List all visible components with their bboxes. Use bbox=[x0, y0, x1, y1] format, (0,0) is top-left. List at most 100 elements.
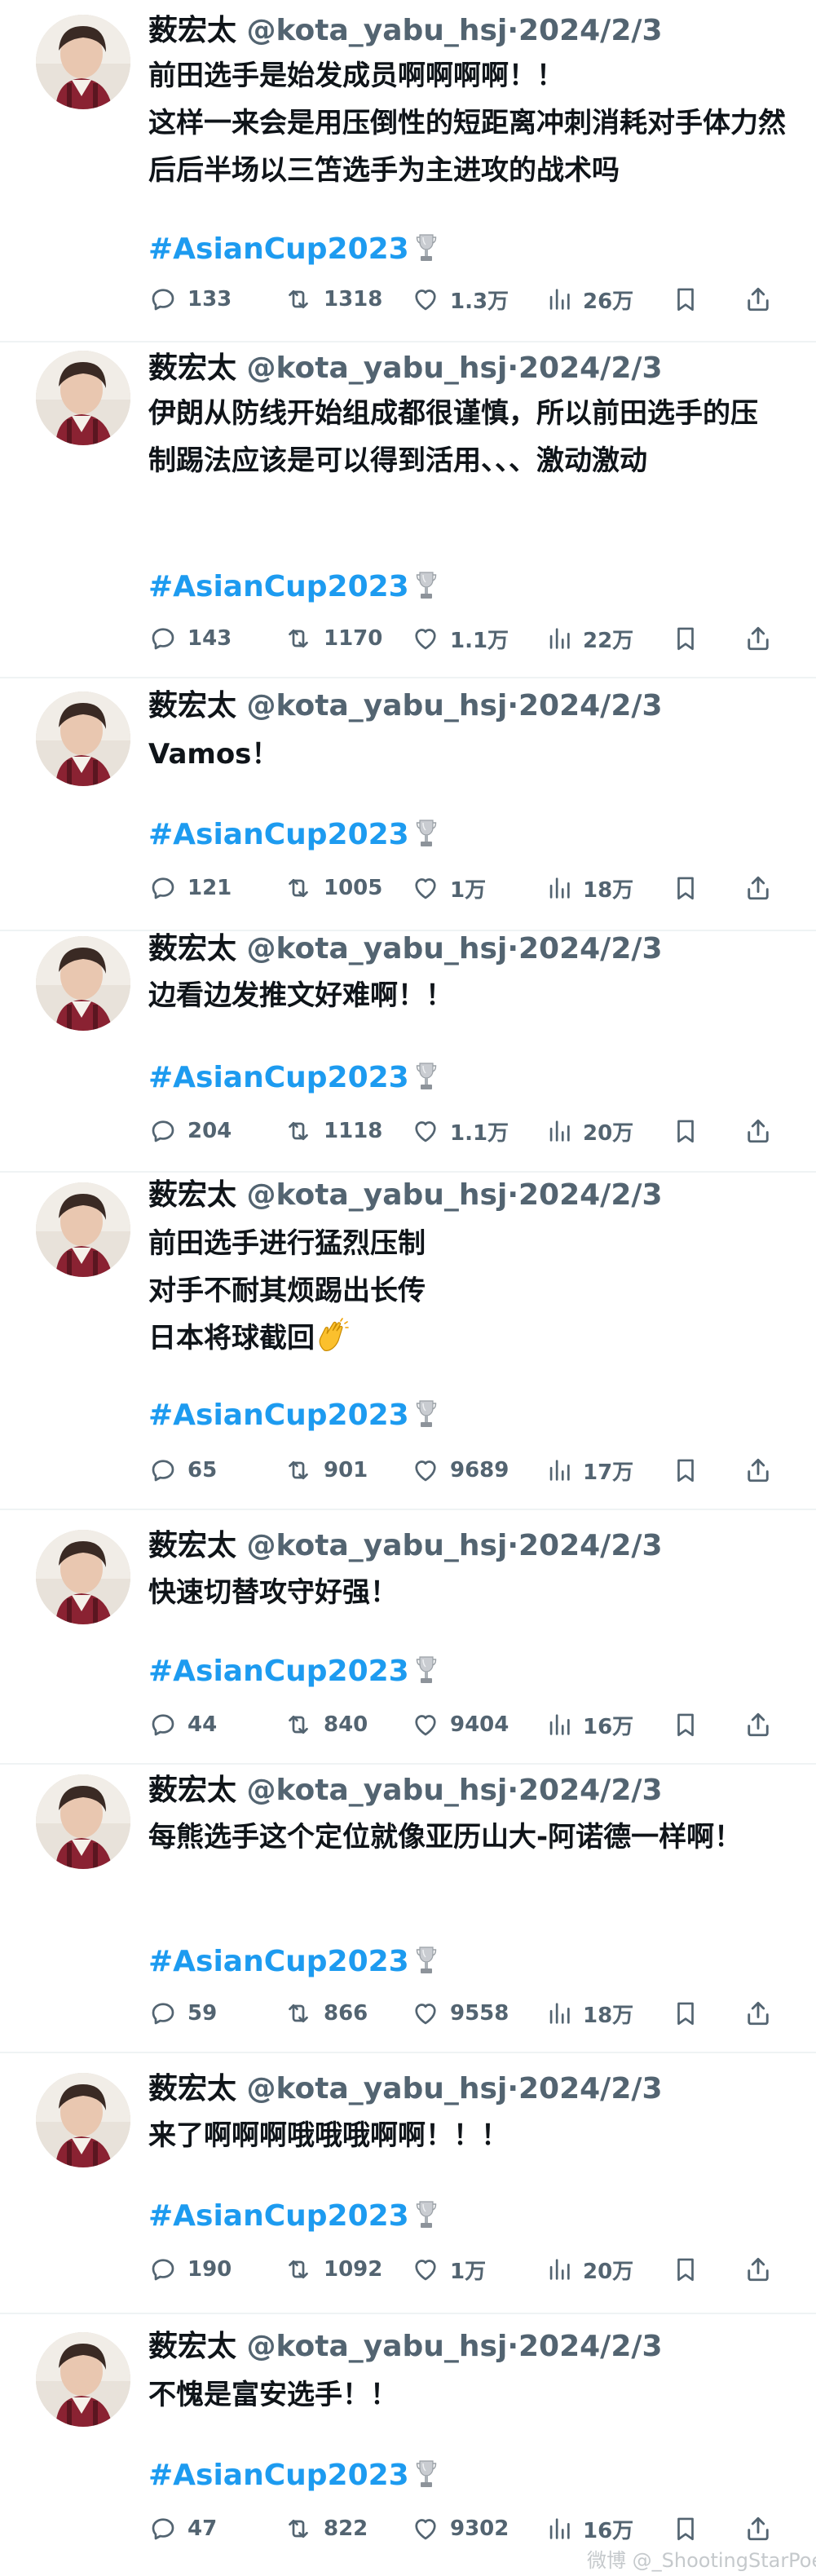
avatar[interactable] bbox=[36, 2073, 130, 2167]
reply-button[interactable]: 65 bbox=[148, 1451, 217, 1489]
hashtag-link[interactable]: #AsianCup2023 bbox=[148, 1652, 437, 1696]
avatar[interactable] bbox=[36, 15, 130, 109]
tweet-text: 不愧是富安选手！！ bbox=[148, 2379, 398, 2411]
avatar[interactable] bbox=[36, 1182, 130, 1277]
retweet-button[interactable]: 822 bbox=[283, 2510, 368, 2547]
author-handle[interactable]: @kota_yabu_hsj bbox=[236, 351, 508, 385]
reply-button[interactable]: 47 bbox=[148, 2510, 217, 2547]
author-handle[interactable]: @kota_yabu_hsj bbox=[236, 1774, 508, 1807]
reply-button[interactable]: 44 bbox=[148, 1706, 217, 1743]
reply-button[interactable]: 121 bbox=[148, 869, 232, 907]
hashtag-link[interactable]: #AsianCup2023 bbox=[148, 230, 437, 274]
tweet-date[interactable]: ·2024/2/3 bbox=[507, 351, 662, 385]
author-handle[interactable]: @kota_yabu_hsj bbox=[236, 2330, 508, 2363]
tweet-date[interactable]: ·2024/2/3 bbox=[507, 1529, 662, 1562]
views-button[interactable]: 26万 bbox=[545, 281, 633, 318]
avatar[interactable] bbox=[36, 2332, 130, 2427]
like-button[interactable]: 1.3万 bbox=[411, 281, 509, 318]
like-button[interactable]: 1.1万 bbox=[411, 1112, 509, 1150]
bookmark-button[interactable] bbox=[672, 1112, 709, 1150]
retweet-button[interactable]: 1170 bbox=[283, 620, 382, 657]
avatar[interactable] bbox=[36, 351, 130, 445]
share-button[interactable] bbox=[743, 1451, 783, 1489]
author-name[interactable]: 薮宏太 bbox=[148, 351, 236, 385]
avatar[interactable] bbox=[36, 691, 130, 786]
like-button[interactable]: 9302 bbox=[411, 2510, 509, 2547]
author-name[interactable]: 薮宏太 bbox=[148, 932, 236, 965]
hashtag-link[interactable]: #AsianCup2023 bbox=[148, 1058, 437, 1102]
reply-button[interactable]: 59 bbox=[148, 1995, 217, 2032]
share-button[interactable] bbox=[743, 1706, 783, 1743]
retweet-button[interactable]: 1092 bbox=[283, 2251, 382, 2288]
like-button[interactable]: 9404 bbox=[411, 1706, 509, 1743]
bookmark-button[interactable] bbox=[672, 1451, 709, 1489]
views-button[interactable]: 16万 bbox=[545, 1706, 633, 1743]
tweet-date[interactable]: ·2024/2/3 bbox=[507, 689, 662, 722]
author-name[interactable]: 薮宏太 bbox=[148, 14, 236, 47]
bookmark-button[interactable] bbox=[672, 2510, 709, 2547]
author-name[interactable]: 薮宏太 bbox=[148, 2072, 236, 2105]
like-button[interactable]: 1万 bbox=[411, 869, 486, 907]
author-name[interactable]: 薮宏太 bbox=[148, 1178, 236, 1212]
avatar[interactable] bbox=[36, 1530, 130, 1624]
bookmark-button[interactable] bbox=[672, 620, 709, 657]
retweet-button[interactable]: 866 bbox=[283, 1995, 368, 2032]
bookmark-button[interactable] bbox=[672, 281, 709, 318]
views-button[interactable]: 20万 bbox=[545, 2251, 633, 2288]
avatar[interactable] bbox=[36, 1774, 130, 1869]
author-name[interactable]: 薮宏太 bbox=[148, 689, 236, 722]
share-button[interactable] bbox=[743, 2251, 783, 2288]
retweet-button[interactable]: 901 bbox=[283, 1451, 368, 1489]
retweet-button[interactable]: 1005 bbox=[283, 869, 382, 907]
author-name[interactable]: 薮宏太 bbox=[148, 2330, 236, 2363]
hashtag-link[interactable]: #AsianCup2023 bbox=[148, 2456, 437, 2500]
author-handle[interactable]: @kota_yabu_hsj bbox=[236, 1529, 508, 1562]
tweet-date[interactable]: ·2024/2/3 bbox=[507, 1178, 662, 1212]
tweet-date[interactable]: ·2024/2/3 bbox=[507, 1774, 662, 1807]
reply-button[interactable]: 190 bbox=[148, 2251, 232, 2288]
reply-button[interactable]: 143 bbox=[148, 620, 232, 657]
retweet-button[interactable]: 840 bbox=[283, 1706, 368, 1743]
views-button[interactable]: 18万 bbox=[545, 869, 633, 907]
reply-button[interactable]: 133 bbox=[148, 281, 232, 318]
like-button[interactable]: 1.1万 bbox=[411, 620, 509, 657]
views-button[interactable]: 20万 bbox=[545, 1112, 633, 1150]
like-button[interactable]: 9558 bbox=[411, 1995, 509, 2032]
share-button[interactable] bbox=[743, 1995, 783, 2032]
hashtag-link[interactable]: #AsianCup2023 bbox=[148, 2197, 437, 2241]
tweet-date[interactable]: ·2024/2/3 bbox=[507, 14, 662, 47]
tweet-date[interactable]: ·2024/2/3 bbox=[507, 2330, 662, 2363]
bookmark-button[interactable] bbox=[672, 1706, 709, 1743]
avatar[interactable] bbox=[36, 936, 130, 1031]
author-handle[interactable]: @kota_yabu_hsj bbox=[236, 14, 508, 47]
share-button[interactable] bbox=[743, 869, 783, 907]
share-button[interactable] bbox=[743, 2510, 783, 2547]
retweet-button[interactable]: 1318 bbox=[283, 281, 382, 318]
bookmark-button[interactable] bbox=[672, 2251, 709, 2288]
hashtag-link[interactable]: #AsianCup2023 bbox=[148, 1942, 437, 1986]
views-button[interactable]: 18万 bbox=[545, 1995, 633, 2032]
hashtag-link[interactable]: #AsianCup2023 bbox=[148, 815, 437, 859]
share-button[interactable] bbox=[743, 620, 783, 657]
like-button[interactable]: 9689 bbox=[411, 1451, 509, 1489]
hashtag-link[interactable]: #AsianCup2023 bbox=[148, 568, 437, 612]
author-name[interactable]: 薮宏太 bbox=[148, 1529, 236, 1562]
share-button[interactable] bbox=[743, 1112, 783, 1150]
views-button[interactable]: 16万 bbox=[545, 2510, 633, 2547]
tweet-date[interactable]: ·2024/2/3 bbox=[507, 2072, 662, 2105]
tweet-date[interactable]: ·2024/2/3 bbox=[507, 932, 662, 965]
reply-button[interactable]: 204 bbox=[148, 1112, 232, 1150]
bookmark-button[interactable] bbox=[672, 869, 709, 907]
bookmark-button[interactable] bbox=[672, 1995, 709, 2032]
like-button[interactable]: 1万 bbox=[411, 2251, 486, 2288]
author-handle[interactable]: @kota_yabu_hsj bbox=[236, 689, 508, 722]
retweet-button[interactable]: 1118 bbox=[283, 1112, 382, 1150]
views-button[interactable]: 17万 bbox=[545, 1451, 633, 1489]
hashtag-link[interactable]: #AsianCup2023 bbox=[148, 1396, 437, 1440]
share-button[interactable] bbox=[743, 281, 783, 318]
author-handle[interactable]: @kota_yabu_hsj bbox=[236, 932, 508, 965]
author-name[interactable]: 薮宏太 bbox=[148, 1774, 236, 1807]
views-button[interactable]: 22万 bbox=[545, 620, 633, 657]
author-handle[interactable]: @kota_yabu_hsj bbox=[236, 2072, 508, 2105]
author-handle[interactable]: @kota_yabu_hsj bbox=[236, 1178, 508, 1212]
